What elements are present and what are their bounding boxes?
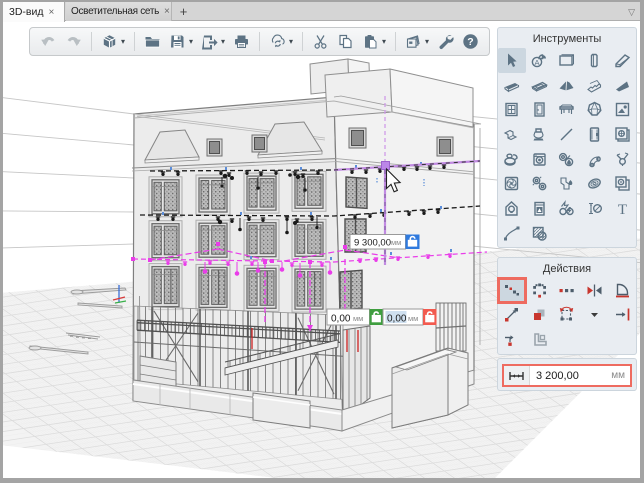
svg-text:мм: мм [391,238,401,247]
svg-text:мм: мм [408,314,418,323]
svg-text:0,00: 0,00 [331,314,351,325]
svg-text:0,00: 0,00 [387,314,407,325]
svg-text:A: A [534,58,539,67]
svg-text:9 300,00: 9 300,00 [354,238,391,249]
svg-text:мм: мм [353,314,363,323]
svg-text:T: T [618,202,627,218]
svg-text:?: ? [467,36,473,48]
